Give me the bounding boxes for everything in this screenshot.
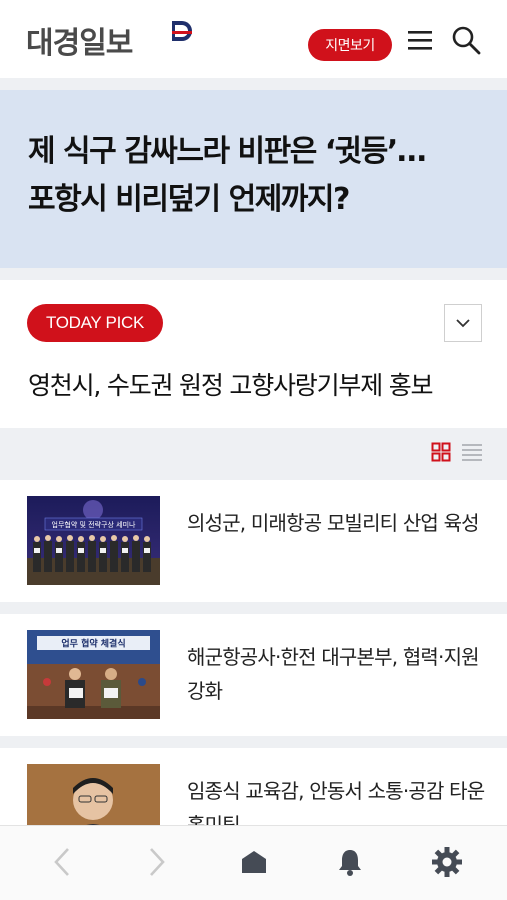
article-item[interactable]: 업무협약 및 전략구상 세미나 의성군, 미래항공 모빌리티 산업 육성 [0,480,507,602]
article-thumbnail: 업무 협약 체결식 [27,630,160,719]
grid-view-icon[interactable] [431,442,451,462]
epaper-button[interactable]: 지면보기 [308,29,392,61]
hero-title-line2: 포항시 비리덮기 언제까지? [28,182,350,217]
view-toggle-bar [0,428,507,480]
thumb-banner-text: 업무협약 및 전략구상 세미나 [52,520,137,529]
header: 대경일보 지면보기 [0,0,507,78]
divider [0,602,507,614]
menu-icon[interactable] [405,26,435,54]
gear-icon[interactable] [427,844,467,880]
today-pick-section: TODAY PICK 영천시, 수도권 원정 고향사랑기부제 홍보 [0,280,507,428]
hero-title-line1: 제 식구 감싸느라 비판은 ‘귓등’… [28,134,427,169]
article-title: 의성군, 미래항공 모빌리티 산업 육성 [187,511,480,535]
logo-mark-icon [172,21,192,41]
home-icon[interactable] [234,844,274,880]
chevron-down-icon [456,319,470,328]
bell-icon[interactable] [330,844,370,880]
back-arrow-icon[interactable] [42,844,82,880]
list-view-icon[interactable] [462,443,482,461]
today-pick-badge: TODAY PICK [27,304,163,342]
divider [0,268,507,280]
today-pick-toggle-button[interactable] [444,304,482,342]
page: 대경일보 지면보기 제 식구 감싸느라 비판은 ‘귓등’… 포항시 비리덮기 언… [0,0,507,900]
hero-banner[interactable]: 제 식구 감싸느라 비판은 ‘귓등’… 포항시 비리덮기 언제까지? [0,90,507,268]
article-title: 해군항공사·한전 대구본부, 협력·지원 강화 [187,645,480,703]
logo[interactable]: 대경일보 [26,18,192,62]
divider [0,736,507,748]
article-thumbnail: 업무협약 및 전략구상 세미나 [27,496,160,585]
logo-text: 대경일보 [26,26,133,61]
search-icon[interactable] [450,24,482,56]
today-pick-headline[interactable]: 영천시, 수도권 원정 고향사랑기부제 홍보 [28,366,434,402]
bottom-nav [0,825,507,900]
thumb-banner-text: 업무 협약 체결식 [61,638,125,650]
article-item[interactable]: 업무 협약 체결식 해군항공사·한전 대구본부, 협력·지원 강화 [0,614,507,736]
divider [0,78,507,90]
forward-arrow-icon[interactable] [137,844,177,880]
